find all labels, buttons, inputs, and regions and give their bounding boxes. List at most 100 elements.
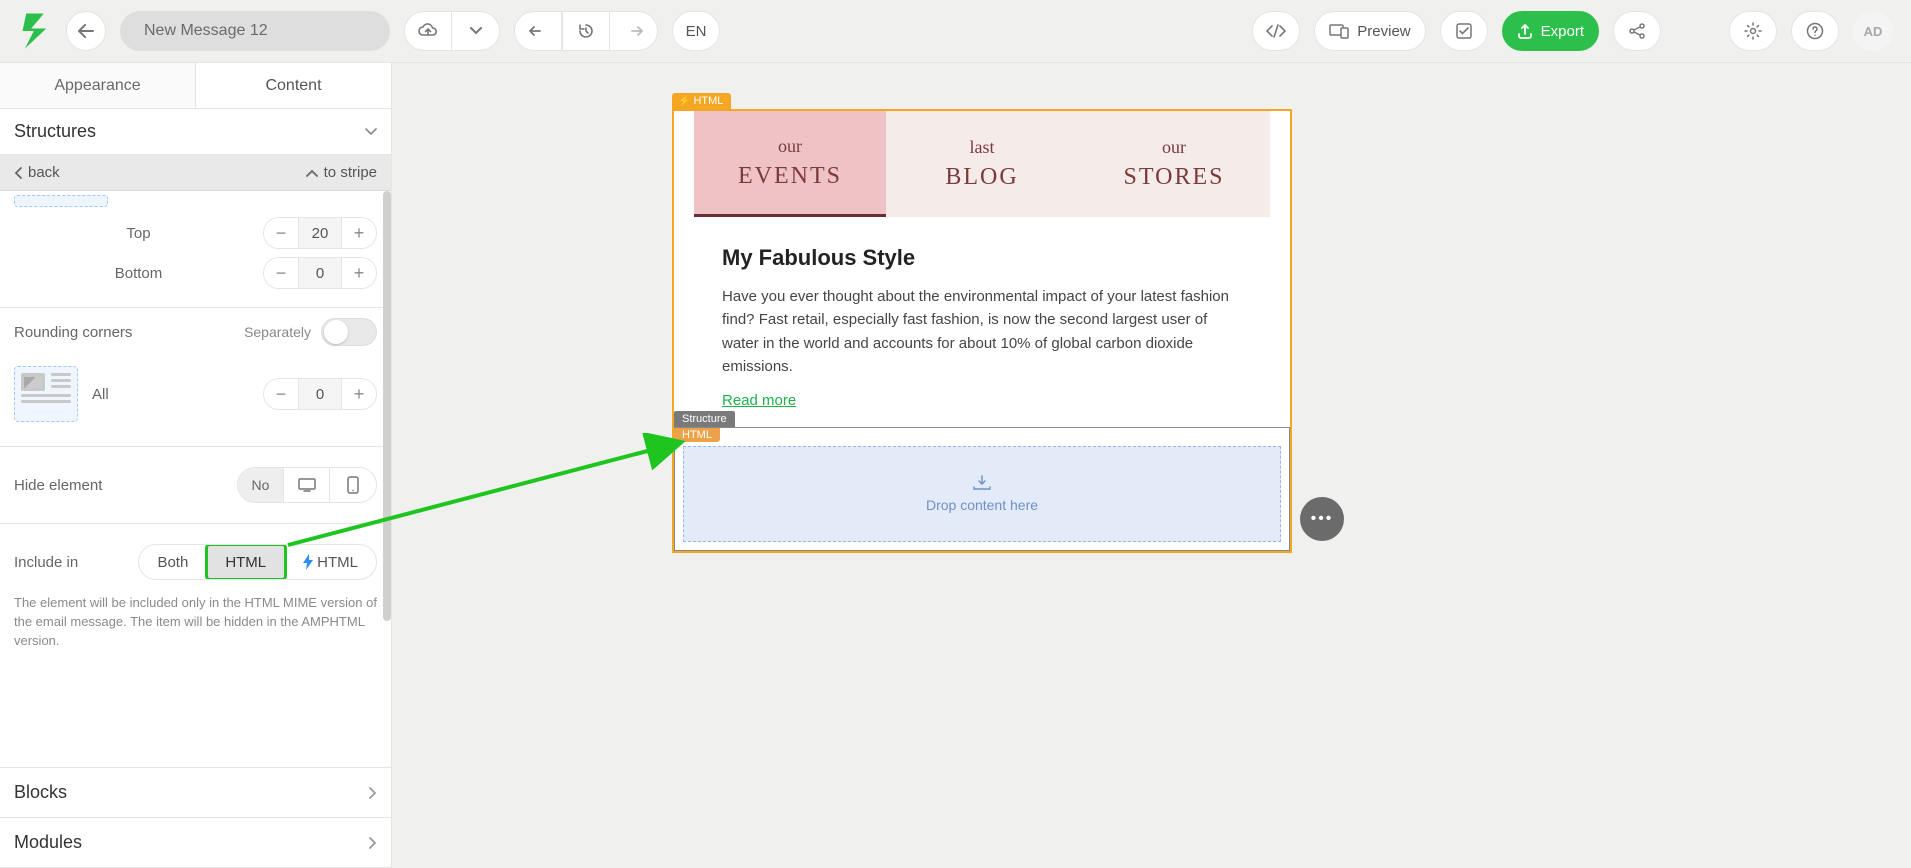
padding-bottom-label: Bottom <box>115 265 163 282</box>
padding-top-row: Top − + <box>0 213 391 253</box>
sidebar-tabs: Appearance Content <box>0 63 391 109</box>
cloud-group <box>404 11 500 51</box>
email-nav-tabs: our EVENTS last BLOG our STORES <box>694 111 1270 217</box>
article-block[interactable]: My Fabulous Style Have you ever thought … <box>674 217 1290 427</box>
section-modules[interactable]: Modules <box>0 817 391 868</box>
include-in-row: Include in Both HTML HTML <box>0 524 391 590</box>
nav-tab-blog[interactable]: last BLOG <box>886 111 1078 217</box>
cloud-dropdown-button[interactable] <box>452 11 500 51</box>
include-amp-html[interactable]: HTML <box>285 545 376 579</box>
decrement-button[interactable]: − <box>264 379 298 409</box>
export-label: Export <box>1541 23 1584 40</box>
tab-content[interactable]: Content <box>196 63 391 108</box>
undo-icon <box>529 24 547 38</box>
redo-button[interactable] <box>610 11 658 51</box>
app-logo <box>18 11 52 51</box>
separately-toggle[interactable] <box>321 318 377 346</box>
cloud-upload-button[interactable] <box>404 11 452 51</box>
hide-desktop[interactable] <box>284 468 330 502</box>
settings-button[interactable] <box>1729 11 1777 51</box>
hide-label: Hide element <box>14 477 102 494</box>
tab-content-label: Content <box>265 77 321 95</box>
preview-button[interactable]: Preview <box>1314 11 1425 51</box>
increment-button[interactable]: + <box>342 379 376 409</box>
message-title[interactable]: New Message 12 <box>120 11 390 51</box>
increment-button[interactable]: + <box>342 258 376 288</box>
history-button[interactable] <box>562 11 610 51</box>
rounding-all-input[interactable] <box>298 379 342 409</box>
undo-button[interactable] <box>514 11 562 51</box>
more-actions-fab[interactable]: ••• <box>1300 497 1344 541</box>
history-icon <box>577 22 595 40</box>
export-button[interactable]: Export <box>1502 11 1599 51</box>
cloud-upload-icon <box>418 23 438 39</box>
include-both[interactable]: Both <box>139 545 207 579</box>
top-bar: New Message 12 <box>0 0 1911 63</box>
rounding-label: Rounding corners <box>14 324 132 341</box>
section-structures-label: Structures <box>14 121 96 142</box>
chevron-right-icon <box>369 787 377 799</box>
increment-button[interactable]: + <box>342 218 376 248</box>
chevron-down-icon <box>365 128 377 136</box>
to-stripe-label: to stripe <box>324 164 377 181</box>
chevron-right-icon <box>369 837 377 849</box>
language-button[interactable]: EN <box>672 11 720 51</box>
back-button[interactable] <box>66 11 106 51</box>
article-title: My Fabulous Style <box>722 245 1242 271</box>
drop-icon <box>972 475 992 491</box>
rounding-all-row: All − + <box>0 356 391 447</box>
help-icon <box>1806 22 1824 40</box>
structure-html-badge: HTML <box>674 428 720 442</box>
gear-icon <box>1744 22 1762 40</box>
hide-no[interactable]: No <box>238 468 284 502</box>
account-badge[interactable]: AD <box>1853 11 1893 51</box>
rounding-all-stepper[interactable]: − + <box>263 378 377 410</box>
drop-zone-label: Drop content here <box>926 497 1038 513</box>
rounding-row: Rounding corners Separately <box>0 308 391 356</box>
checklist-icon <box>1455 22 1473 40</box>
chevron-left-icon <box>14 167 22 179</box>
devices-icon <box>1329 23 1349 39</box>
section-blocks[interactable]: Blocks <box>0 767 391 817</box>
include-help-text: The element will be included only in the… <box>0 590 391 657</box>
nav-tab-stores[interactable]: our STORES <box>1078 111 1270 217</box>
section-structures[interactable]: Structures <box>0 109 391 155</box>
nav-tab-events[interactable]: our EVENTS <box>694 111 886 217</box>
padding-top-label: Top <box>126 225 150 242</box>
rounding-all-label: All <box>92 386 109 403</box>
decrement-button[interactable]: − <box>264 258 298 288</box>
include-html[interactable]: HTML <box>207 545 285 579</box>
more-icon: ••• <box>1311 510 1334 528</box>
padding-top-input[interactable] <box>298 218 342 248</box>
help-button[interactable] <box>1791 11 1839 51</box>
padding-top-stepper[interactable]: − + <box>263 217 377 249</box>
padding-bottom-input[interactable] <box>298 258 342 288</box>
decrement-button[interactable]: − <box>264 218 298 248</box>
email-html-block[interactable]: ⚡ HTML our EVENTS last BLOG our STORES M <box>672 109 1292 553</box>
share-button[interactable] <box>1613 11 1661 51</box>
structure-block[interactable]: Structure HTML Drop content here <box>674 427 1290 551</box>
read-more-link[interactable]: Read more <box>722 392 796 409</box>
arrow-left-icon <box>78 24 94 38</box>
redo-icon <box>625 24 643 38</box>
amp-bolt-icon <box>303 554 313 570</box>
code-icon <box>1266 24 1286 38</box>
include-segmented: Both HTML HTML <box>138 544 377 580</box>
account-initials: AD <box>1864 24 1883 39</box>
drop-zone[interactable]: Drop content here <box>683 446 1281 542</box>
chevron-down-icon <box>470 27 482 35</box>
properties-panel: Top − + Bottom − + Rounding corners S <box>0 191 391 767</box>
breadcrumb-back[interactable]: back to stripe <box>0 155 391 191</box>
structure-badge: Structure <box>674 411 735 427</box>
hide-mobile[interactable] <box>330 468 376 502</box>
modules-label: Modules <box>14 832 82 853</box>
hide-segmented: No <box>237 467 377 503</box>
checklist-button[interactable] <box>1440 11 1488 51</box>
tab-appearance[interactable]: Appearance <box>0 63 196 108</box>
html-badge: ⚡ HTML <box>672 93 731 109</box>
padding-bottom-stepper[interactable]: − + <box>263 257 377 289</box>
code-view-button[interactable] <box>1252 11 1300 51</box>
language-label: EN <box>686 23 707 40</box>
canvas: ⚡ HTML our EVENTS last BLOG our STORES M <box>392 63 1911 868</box>
scrollbar-thumb[interactable] <box>383 191 391 621</box>
